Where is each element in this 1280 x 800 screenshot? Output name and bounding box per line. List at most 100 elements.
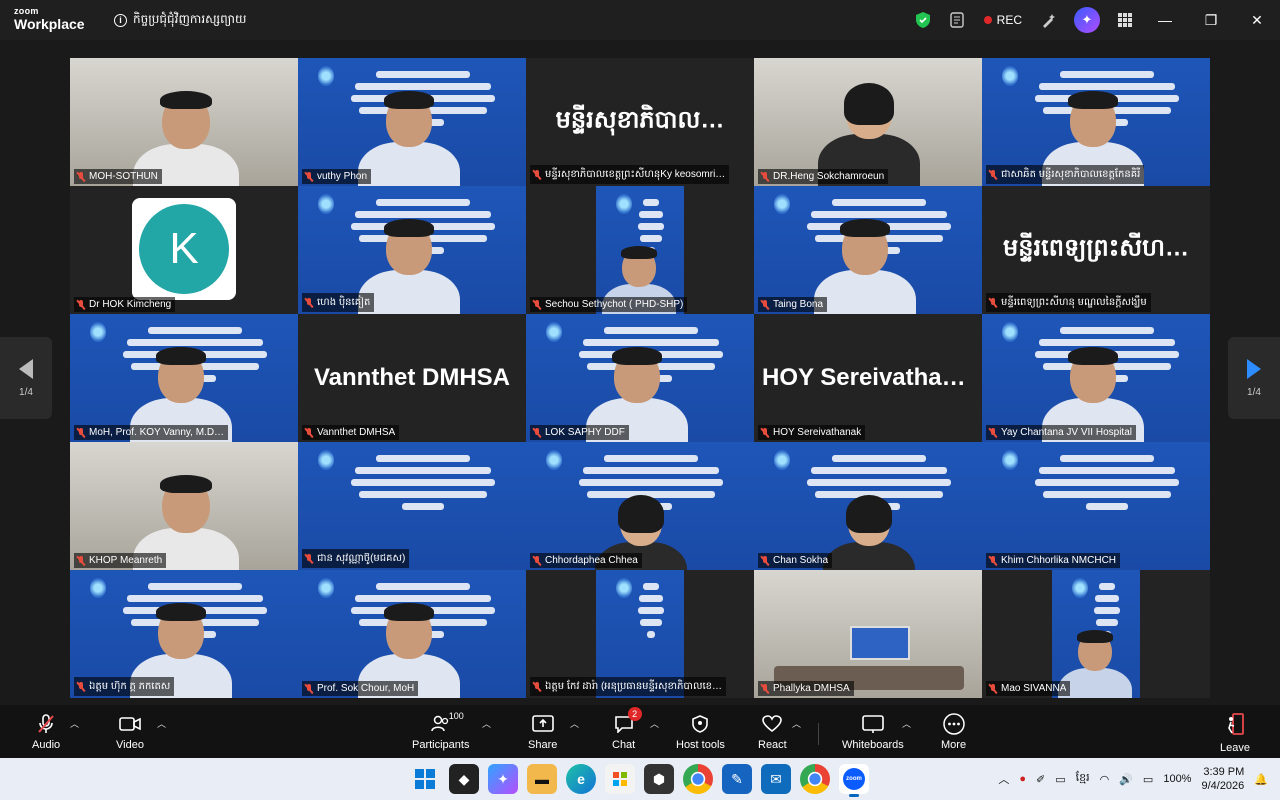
- system-clock[interactable]: 3:39 PM 9/4/2026: [1201, 765, 1244, 793]
- chevron-up-icon[interactable]: ︿: [998, 771, 1009, 787]
- ai-companion-icon[interactable]: ✦: [1074, 7, 1100, 33]
- participant-name-label: Chhordaphea Chhea: [530, 553, 642, 568]
- app-alert-icon[interactable]: ●: [1019, 773, 1026, 785]
- mic-muted-icon: [761, 171, 769, 182]
- video-options-caret[interactable]: ︿: [157, 717, 166, 730]
- windows-start-icon[interactable]: [410, 764, 440, 794]
- audio-button[interactable]: Audio: [32, 713, 60, 751]
- participant-tile[interactable]: Mao SIVANNA: [982, 570, 1210, 698]
- ministry-seal-icon: [774, 194, 790, 214]
- participant-tile[interactable]: Prof. Sok Chour, MoH: [298, 570, 526, 698]
- host-tools-button[interactable]: Host tools: [676, 713, 725, 751]
- participant-tile[interactable]: Phallyka DMHSA: [754, 570, 982, 698]
- outlook-icon[interactable]: ✉: [761, 764, 791, 794]
- microsoft-store-icon[interactable]: [605, 764, 635, 794]
- battery-icon[interactable]: ▭: [1143, 773, 1153, 786]
- participant-name-label: Mao SIVANNA: [986, 681, 1071, 696]
- participants-options-caret[interactable]: ︿: [482, 717, 491, 730]
- participant-tile[interactable]: មន្ទីរសុខាភិបាល… មន្ទីរសុខាភិបាលខេត្តព្រះ…: [526, 58, 754, 186]
- mic-muted-icon: [533, 427, 541, 438]
- minimize-icon[interactable]: —: [1142, 0, 1188, 40]
- participant-name-label: Vannthet DMHSA: [302, 425, 400, 440]
- participant-tile[interactable]: HOY Sereivathan… HOY Sereivathanak: [754, 314, 982, 442]
- participant-tile[interactable]: vuthy Phon: [298, 58, 526, 186]
- audio-label: Audio: [32, 739, 61, 751]
- participant-tile[interactable]: ជាសាឆិត មន្ទីរសុខាភិបាលខេត្តកែនគិរី: [982, 58, 1210, 186]
- share-options-caret[interactable]: ︿: [570, 717, 579, 730]
- notification-bell-icon[interactable]: 🔔: [1254, 773, 1268, 786]
- participant-name: Yay Chantana JV VII Hospital: [1001, 427, 1132, 438]
- mic-muted-icon: [761, 683, 769, 694]
- more-button[interactable]: More: [941, 713, 966, 751]
- close-icon[interactable]: ✕: [1234, 0, 1280, 40]
- whiteboards-options-caret[interactable]: ︿: [902, 717, 911, 730]
- participants-button[interactable]: 100 Participants: [412, 711, 470, 751]
- participant-tile[interactable]: Taing Bona: [754, 186, 982, 314]
- apps-grid-icon[interactable]: [1108, 0, 1142, 40]
- participant-tile[interactable]: K Dr HOK Kimcheng: [70, 186, 298, 314]
- video-button[interactable]: Video: [116, 713, 144, 751]
- participant-tile[interactable]: Yay Chantana JV VII Hospital: [982, 314, 1210, 442]
- mic-muted-icon: [77, 555, 85, 566]
- participant-name-label: មន្ទីរពេទ្យព្រះសីហនុ មណ្ឌលនៃក្តីសង្ឃឹម: [986, 293, 1151, 312]
- participant-tile[interactable]: មន្ទីរពេទ្យព្រះសីហ… មន្ទីរពេទ្យព្រះសីហនុ …: [982, 186, 1210, 314]
- participant-tile[interactable]: MOH-SOTHUN: [70, 58, 298, 186]
- meeting-info-button[interactable]: i កិច្ចប្រជុំជុំវិញការស្សព្យាយ: [114, 11, 246, 29]
- chat-button[interactable]: 2 Chat: [612, 707, 642, 751]
- input-language[interactable]: ខ្មែរ: [1076, 771, 1090, 787]
- share-button[interactable]: Share: [528, 713, 557, 751]
- projector-screen: [850, 626, 910, 660]
- participant-tile[interactable]: Khim Chhorlika NMCHCH: [982, 442, 1210, 570]
- participant-tile[interactable]: KHOP Meanreth: [70, 442, 298, 570]
- chat-options-caret[interactable]: ︿: [650, 717, 659, 730]
- participant-tile[interactable]: Chan Sokha: [754, 442, 982, 570]
- app-hexagon-icon[interactable]: ⬢: [644, 764, 674, 794]
- react-button[interactable]: React: [758, 713, 787, 751]
- recording-indicator[interactable]: REC: [974, 13, 1032, 27]
- zoom-taskbar-icon[interactable]: zoom: [839, 764, 869, 797]
- editor-app-icon[interactable]: ✎: [722, 764, 752, 794]
- participant-tile[interactable]: MoH, Prof. KOY Vanny, M.D…: [70, 314, 298, 442]
- copilot-icon[interactable]: ✦: [488, 764, 518, 794]
- participant-tile[interactable]: ហេង ប៉ិនគៀត: [298, 186, 526, 314]
- participant-tile[interactable]: Sechou Sethychot ( PHD-SHP): [526, 186, 754, 314]
- mic-muted-icon: [305, 427, 313, 438]
- shield-icon[interactable]: [906, 0, 940, 40]
- participant-tile[interactable]: ជាន សុវណ្ណាថ៊ូ(មជគស): [298, 442, 526, 570]
- participant-tile[interactable]: Chhordaphea Chhea: [526, 442, 754, 570]
- participants-label: Participants: [412, 739, 470, 751]
- chrome-icon[interactable]: [683, 764, 713, 794]
- whiteboards-label: Whiteboards: [842, 739, 904, 751]
- react-options-caret[interactable]: ︿: [792, 717, 801, 730]
- chrome-profile-icon[interactable]: [800, 764, 830, 794]
- participant-tile[interactable]: ឯត្តម កែវ ដារ៉ា (អនុប្រធានមន្ទីរសុខាភិបា…: [526, 570, 754, 698]
- participant-tile[interactable]: Vannthet DMHSA Vannthet DMHSA: [298, 314, 526, 442]
- pen-icon[interactable]: ✐: [1036, 773, 1045, 786]
- participant-name: ឯ​ត្តម ហ៊ុក ភ្គ ភក​តេស: [89, 681, 171, 692]
- participant-tile[interactable]: DR.Heng Sokchamroeun: [754, 58, 982, 186]
- previous-page-button[interactable]: 1/4: [0, 337, 52, 419]
- notes-icon[interactable]: [940, 0, 974, 40]
- participant-tile[interactable]: ឯ​ត្តម ហ៊ុក ភ្គ ភក​តេស: [70, 570, 298, 698]
- clock-time: 3:39 PM: [1203, 766, 1245, 778]
- leave-button[interactable]: Leave: [1220, 713, 1250, 754]
- participant-count: 100: [448, 711, 464, 721]
- display-icon[interactable]: ▭: [1055, 773, 1065, 786]
- restore-icon[interactable]: ❐: [1188, 0, 1234, 40]
- participant-grid: MOH-SOTHUN vuthy Phon មន្ទីរសុខាភិបាល… មន្ទ…: [70, 58, 1210, 698]
- windows-taskbar: ◆ ✦ ▬ e ⬢ ✎ ✉ zoom ︿ ● ✐ ▭ ខ្មែរ ◠ 🔊 ▭ 1…: [0, 758, 1280, 800]
- edge-browser-icon[interactable]: e: [566, 764, 596, 794]
- ministry-seal-icon: [318, 194, 334, 214]
- next-page-button[interactable]: 1/4: [1228, 337, 1280, 419]
- clock-date: 9/4/2026: [1201, 780, 1245, 792]
- speaker-icon[interactable]: 🔊: [1119, 773, 1133, 786]
- widgets-icon[interactable]: ◆: [449, 764, 479, 794]
- file-explorer-icon[interactable]: ▬: [527, 764, 557, 794]
- chat-icon: 2: [614, 707, 642, 735]
- battery-percentage: 100%: [1163, 773, 1192, 785]
- audio-options-caret[interactable]: ︿: [70, 717, 79, 730]
- annotate-icon[interactable]: [1032, 0, 1066, 40]
- whiteboards-button[interactable]: Whiteboards: [842, 713, 904, 751]
- participant-tile[interactable]: LOK SAPHY DDF: [526, 314, 754, 442]
- wifi-icon[interactable]: ◠: [1100, 773, 1110, 786]
